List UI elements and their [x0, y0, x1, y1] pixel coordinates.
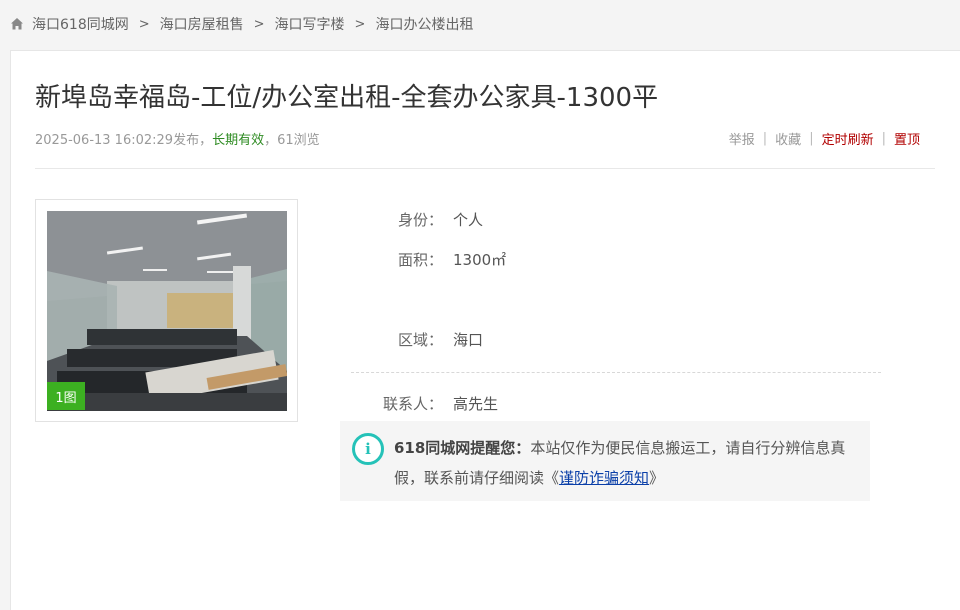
publish-time: 2025-06-13 16:02:29发布，	[35, 133, 213, 148]
photo-count-badge[interactable]: 1图	[47, 382, 85, 410]
notice-text: 618同城网提醒您：本站仅作为便民信息搬运工，请自行分辨信息真假，联系前请仔细阅…	[394, 433, 864, 493]
favorite-link[interactable]: 收藏	[775, 129, 801, 148]
action-divider: |	[881, 131, 886, 146]
timed-refresh-link[interactable]: 定时刷新	[822, 129, 874, 148]
office-photo-image	[47, 211, 287, 411]
notice-brand: 618同城网提醒您：	[394, 439, 531, 457]
breadcrumb-separator: >	[138, 16, 150, 32]
breadcrumb-separator: >	[354, 16, 366, 32]
photo-frame: 1图	[35, 199, 298, 422]
details-divider	[351, 372, 881, 373]
detail-row-area: 面积： 1300㎡	[351, 249, 506, 270]
identity-value: 个人	[453, 211, 484, 229]
contact-value: 高先生	[453, 395, 499, 413]
listing-actions: 举报 | 收藏 | 定时刷新 | 置顶	[729, 129, 920, 148]
detail-row-region: 区域： 海口	[351, 329, 483, 350]
identity-label: 身份：	[397, 211, 443, 229]
notice-tail: 》	[649, 469, 665, 487]
region-label: 区域：	[397, 331, 443, 349]
view-count: ，61浏览	[264, 133, 320, 148]
home-icon[interactable]	[10, 17, 24, 31]
breadcrumb-link-office-building[interactable]: 海口写字楼	[275, 14, 345, 34]
safety-notice: i 618同城网提醒您：本站仅作为便民信息搬运工，请自行分辨信息真假，联系前请仔…	[340, 421, 870, 501]
info-icon: i	[352, 433, 384, 465]
listing-panel: 新埠岛幸福岛-工位/办公室出租-全套办公家具-1300平 2025-06-13 …	[10, 50, 960, 610]
breadcrumb-link-housing[interactable]: 海口房屋租售	[160, 14, 244, 34]
detail-row-identity: 身份： 个人	[351, 209, 483, 230]
area-label: 面积：	[397, 251, 443, 269]
validity-status: 长期有效	[212, 133, 265, 148]
action-divider: |	[809, 131, 814, 146]
action-divider: |	[762, 131, 768, 146]
detail-row-contact: 联系人： 高先生	[351, 393, 498, 414]
pin-top-link[interactable]: 置顶	[894, 129, 920, 148]
breadcrumb-link-office-rental[interactable]: 海口办公楼出租	[375, 14, 473, 34]
area-value: 1300㎡	[453, 251, 507, 269]
breadcrumb: 海口618同城网 > 海口房屋租售 > 海口写字楼 > 海口办公楼出租	[0, 0, 960, 48]
title-divider	[35, 168, 935, 169]
breadcrumb-separator: >	[253, 16, 265, 32]
listing-photo[interactable]	[47, 211, 287, 411]
breadcrumb-link-home[interactable]: 海口618同城网	[32, 14, 129, 34]
listing-meta: 2025-06-13 16:02:29发布，长期有效，61浏览	[35, 129, 320, 148]
listing-title: 新埠岛幸福岛-工位/办公室出租-全套办公家具-1300平	[35, 83, 659, 113]
contact-label: 联系人：	[382, 395, 443, 413]
region-value: 海口	[453, 331, 484, 349]
report-link[interactable]: 举报	[729, 129, 755, 148]
anti-fraud-link[interactable]: 谨防诈骗须知	[559, 469, 649, 487]
